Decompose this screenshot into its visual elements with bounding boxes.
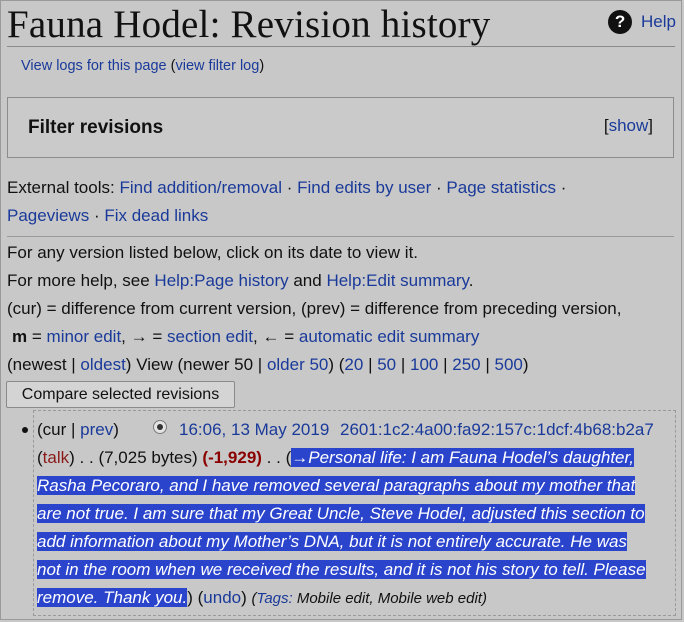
help-link[interactable]: ? Help (608, 10, 676, 34)
pageviews-link[interactable]: Pageviews (7, 206, 89, 225)
cur-label: cur (42, 420, 67, 439)
tags-link[interactable]: Tags: (257, 590, 293, 607)
revision-date-link[interactable]: 16:06, 13 May 2019 (179, 420, 329, 439)
edit-summary-line-1: →Personal life: I am Fauna Hodel’s daugh… (291, 448, 634, 467)
minor-marker: m (12, 327, 28, 346)
filter-show-toggle[interactable]: [show] (604, 116, 653, 136)
section-edit-link[interactable]: section edit (167, 327, 253, 346)
find-addition-link[interactable]: Find addition/removal (119, 178, 282, 197)
edit-summary-line-3: are not true. I am sure that my Great Un… (37, 504, 645, 523)
edit-summary-line-4: add information about my Mother’s DNA, b… (37, 532, 627, 551)
auto-summary-link[interactable]: automatic edit summary (299, 327, 479, 346)
minor-edit-link[interactable]: minor edit (47, 327, 122, 346)
edit-summary-line-5: not in the room when we received the res… (37, 560, 646, 579)
pagination-line: (newest | oldest) View (newer 50 | older… (7, 355, 529, 374)
page-history-link[interactable]: Help:Page history (154, 271, 288, 290)
limit-50-link[interactable]: 50 (377, 355, 396, 374)
filter-title: Filter revisions (28, 117, 164, 138)
limit-250-link[interactable]: 250 (452, 355, 480, 374)
older-50-link[interactable]: older 50 (267, 355, 328, 374)
view-filter-log-link[interactable]: view filter log (176, 58, 260, 74)
edit-summary-line-2: Rasha Pecoraro, and I have removed sever… (37, 476, 636, 495)
title-divider (7, 46, 675, 47)
limit-100-link[interactable]: 100 (410, 355, 438, 374)
user-link[interactable]: 2601:1c2:4a00:fa92:157c:1dcf:4b68:b2a7 (340, 420, 654, 439)
edit-summary-line-6: remove. Thank you. (37, 588, 188, 607)
show-link[interactable]: show (609, 116, 649, 135)
byte-count: . . (7,025 bytes) (79, 448, 198, 467)
undo-link[interactable]: undo (203, 588, 241, 607)
section-divider (7, 236, 674, 237)
help-text-1: For any version listed below, click on i… (7, 243, 419, 262)
cur-prev-definition: (cur) = difference from current version,… (7, 299, 622, 318)
legend-line: m = minor edit, → = section edit, ← = au… (12, 327, 480, 346)
filter-revisions-box: Filter revisions [show] (7, 97, 674, 158)
help-label[interactable]: Help (641, 12, 676, 32)
limit-20-link[interactable]: 20 (344, 355, 363, 374)
revision-tags: (Tags: Mobile edit, Mobile web edit) (251, 590, 487, 607)
question-icon: ? (608, 10, 633, 34)
list-bullet (22, 427, 28, 433)
revision-row-1: (cur | prev) (37, 420, 119, 439)
page-statistics-link[interactable]: Page statistics (446, 178, 556, 197)
fix-dead-links-link[interactable]: Fix dead links (104, 206, 208, 225)
revision-radio[interactable] (153, 420, 167, 434)
external-tools-line: External tools: Find addition/removal · … (7, 178, 567, 197)
prev-diff-link[interactable]: prev (80, 420, 113, 439)
size-change: (-1,929) (202, 448, 262, 467)
help-text-2: For more help, see Help:Page history and… (7, 271, 474, 290)
talk-link[interactable]: talk (43, 448, 69, 467)
logs-line: View logs for this page (view filter log… (21, 58, 265, 74)
compare-revisions-button[interactable]: Compare selected revisions (6, 381, 235, 408)
find-edits-link[interactable]: Find edits by user (297, 178, 431, 197)
revision-row-last: remove. Thank you.) (undo) (Tags: Mobile… (37, 588, 487, 607)
oldest-link[interactable]: oldest (80, 355, 125, 374)
page-title: Fauna Hodel: Revision history (7, 3, 491, 46)
revision-row-2: (talk) . . (7,025 bytes) (-1,929) . . (→… (37, 448, 634, 467)
edit-summary-link[interactable]: Help:Edit summary (326, 271, 468, 290)
limit-500-link[interactable]: 500 (495, 355, 523, 374)
view-logs-link[interactable]: View logs for this page (21, 58, 167, 74)
external-tools-line-2: Pageviews · Fix dead links (7, 206, 209, 225)
revision-meta: 16:06, 13 May 2019 2601:1c2:4a00:fa92:15… (179, 420, 654, 440)
